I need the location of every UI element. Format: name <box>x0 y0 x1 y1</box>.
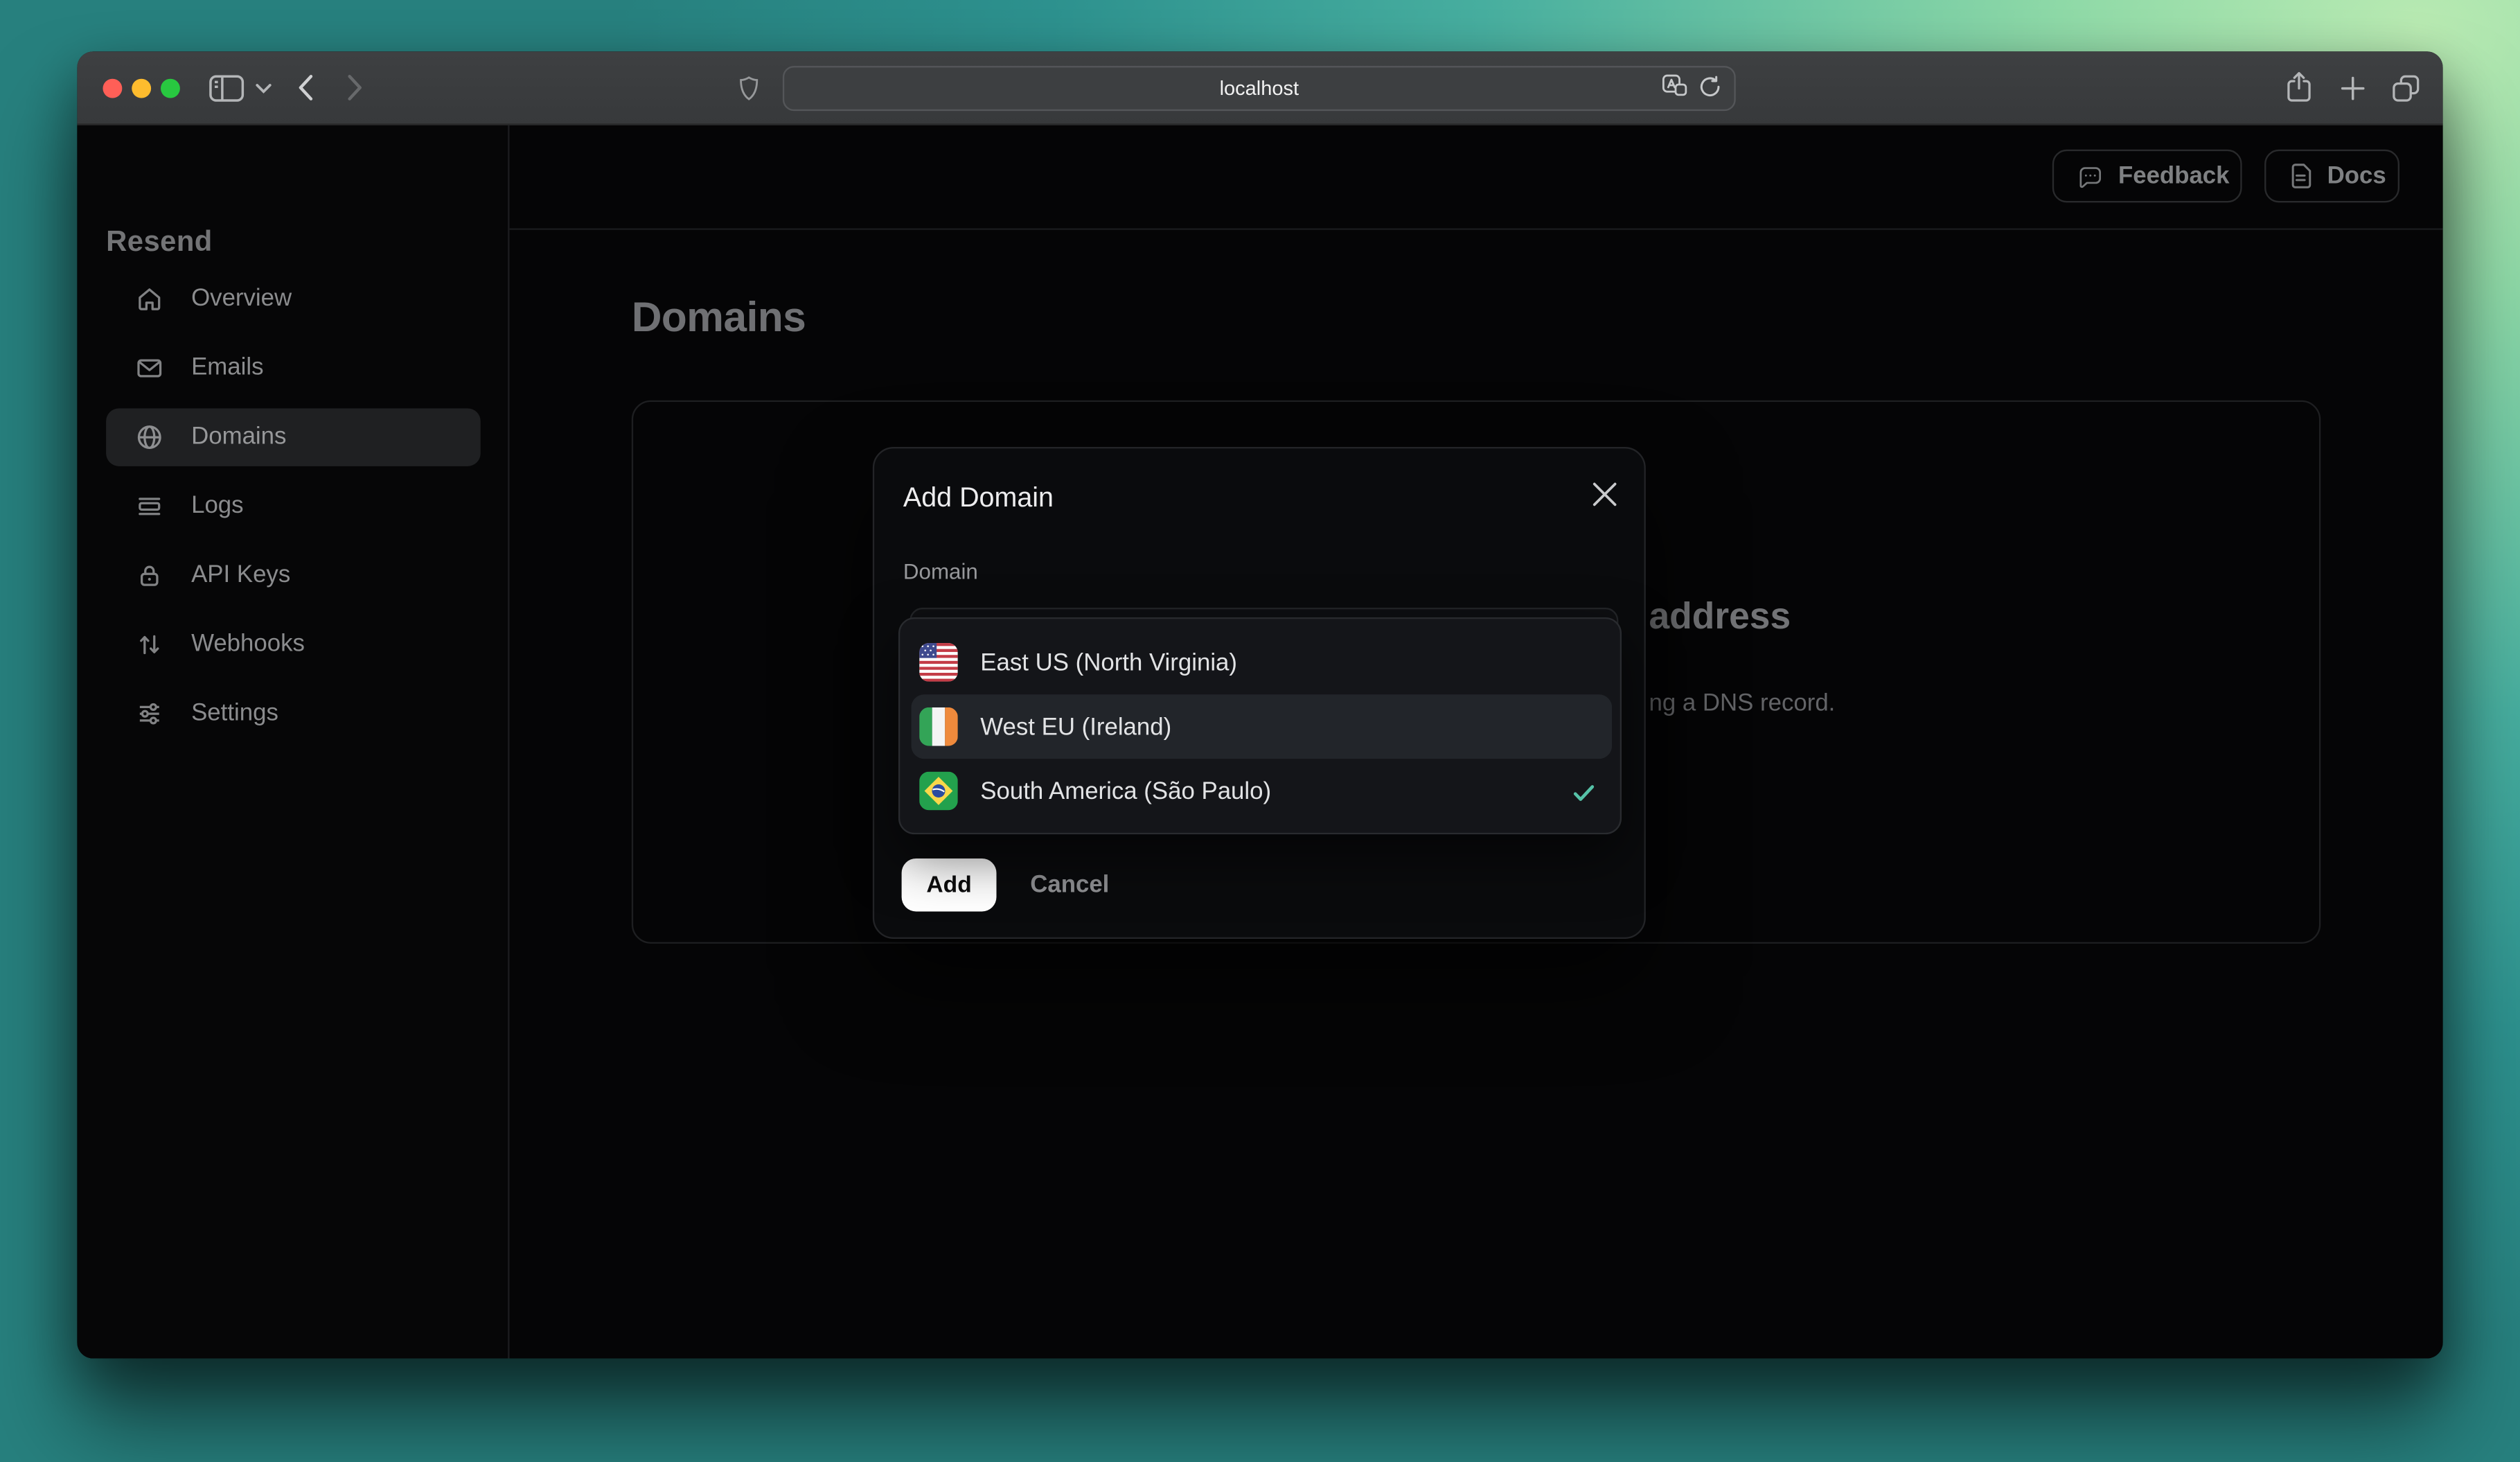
page-title: Domains <box>631 292 806 341</box>
empty-state-heading-fragment: address <box>1649 595 1791 637</box>
add-domain-modal: Add Domain Domain East US (North Virgini… <box>872 447 1646 939</box>
check-icon <box>1573 782 1595 809</box>
sidebar-item-api-keys[interactable]: API Keys <box>106 540 481 610</box>
close-icon[interactable] <box>1592 482 1618 508</box>
shield-icon <box>739 76 758 101</box>
reload-icon[interactable] <box>1698 75 1721 105</box>
region-option-label: West EU (Ireland) <box>980 712 1172 741</box>
feedback-button-label: Feedback <box>2118 162 2230 190</box>
tab-overview-icon[interactable] <box>2391 74 2420 103</box>
browser-window: localhost Resend Overview Emails Domains… <box>77 51 2443 1359</box>
sliders-icon <box>135 698 164 728</box>
globe-icon <box>135 422 164 451</box>
brazil-flag-icon <box>919 771 958 811</box>
region-option-west-eu[interactable]: West EU (Ireland) <box>911 694 1613 759</box>
us-flag-icon <box>919 643 958 682</box>
lock-icon <box>135 561 164 590</box>
domain-field-label: Domain <box>903 559 978 584</box>
sidebar-item-label: Settings <box>191 699 278 727</box>
rows-icon <box>135 491 164 520</box>
close-window-button[interactable] <box>103 78 123 98</box>
home-icon <box>135 284 164 313</box>
empty-state-body-fragment: ng a DNS record. <box>1649 689 1836 717</box>
sidebar-item-label: Overview <box>191 284 292 312</box>
address-bar-url: localhost <box>1219 77 1299 100</box>
modal-title: Add Domain <box>903 482 1054 513</box>
sidebar-item-settings[interactable]: Settings <box>106 678 481 748</box>
docs-button-label: Docs <box>2327 162 2386 190</box>
sidebar-item-label: Domains <box>191 423 287 450</box>
sidebar: Resend Overview Emails Domains Logs API … <box>77 125 510 1359</box>
arrows-up-down-icon <box>135 629 164 658</box>
browser-toolbar: localhost <box>77 51 2443 125</box>
sidebar-item-label: Logs <box>191 491 244 520</box>
add-button[interactable]: Add <box>901 858 997 912</box>
region-option-label: South America (São Paulo) <box>980 777 1272 805</box>
translate-icon[interactable] <box>1662 74 1687 106</box>
sidebar-item-domains[interactable]: Domains <box>106 407 481 466</box>
sidebar-item-emails[interactable]: Emails <box>106 333 481 402</box>
ireland-flag-icon <box>919 707 958 746</box>
envelope-icon <box>135 353 164 382</box>
sidebar-item-label: Webhooks <box>191 630 305 658</box>
minimize-window-button[interactable] <box>132 78 152 98</box>
region-dropdown: East US (North Virginia) West EU (Irelan… <box>898 617 1623 835</box>
sidebar-item-overview[interactable]: Overview <box>106 264 481 333</box>
sidebar-item-label: Emails <box>191 353 264 381</box>
desktop: localhost Resend Overview Emails Domains… <box>0 0 2520 1462</box>
sidebar-item-label: API Keys <box>191 561 291 589</box>
docs-button[interactable]: Docs <box>2264 149 2399 203</box>
zoom-window-button[interactable] <box>161 78 180 98</box>
region-option-label: East US (North Virginia) <box>980 649 1238 676</box>
app-content: Resend Overview Emails Domains Logs API … <box>77 125 2443 1359</box>
address-bar[interactable]: localhost <box>782 66 1736 112</box>
speech-bubble-icon <box>2077 163 2104 188</box>
sidebar-item-logs[interactable]: Logs <box>106 471 481 540</box>
document-icon <box>2289 162 2313 189</box>
share-icon[interactable] <box>2285 71 2312 103</box>
resend-logo: Resend <box>106 224 213 258</box>
new-tab-icon[interactable] <box>2340 76 2366 101</box>
region-option-east-us[interactable]: East US (North Virginia) <box>900 631 1623 695</box>
cancel-button[interactable]: Cancel <box>1030 858 1109 912</box>
back-button[interactable] <box>297 74 313 101</box>
sidebar-item-webhooks[interactable]: Webhooks <box>106 609 481 678</box>
forward-button[interactable] <box>347 74 363 101</box>
feedback-button[interactable]: Feedback <box>2052 149 2242 203</box>
region-option-south-america[interactable]: South America (São Paulo) <box>900 759 1623 823</box>
app-header: Feedback Docs <box>509 125 2443 230</box>
sidebar-toggle-icon[interactable] <box>209 74 245 103</box>
sidebar-nav: Overview Emails Domains Logs API Keys We… <box>77 264 509 748</box>
chevron-down-icon[interactable] <box>256 84 272 95</box>
